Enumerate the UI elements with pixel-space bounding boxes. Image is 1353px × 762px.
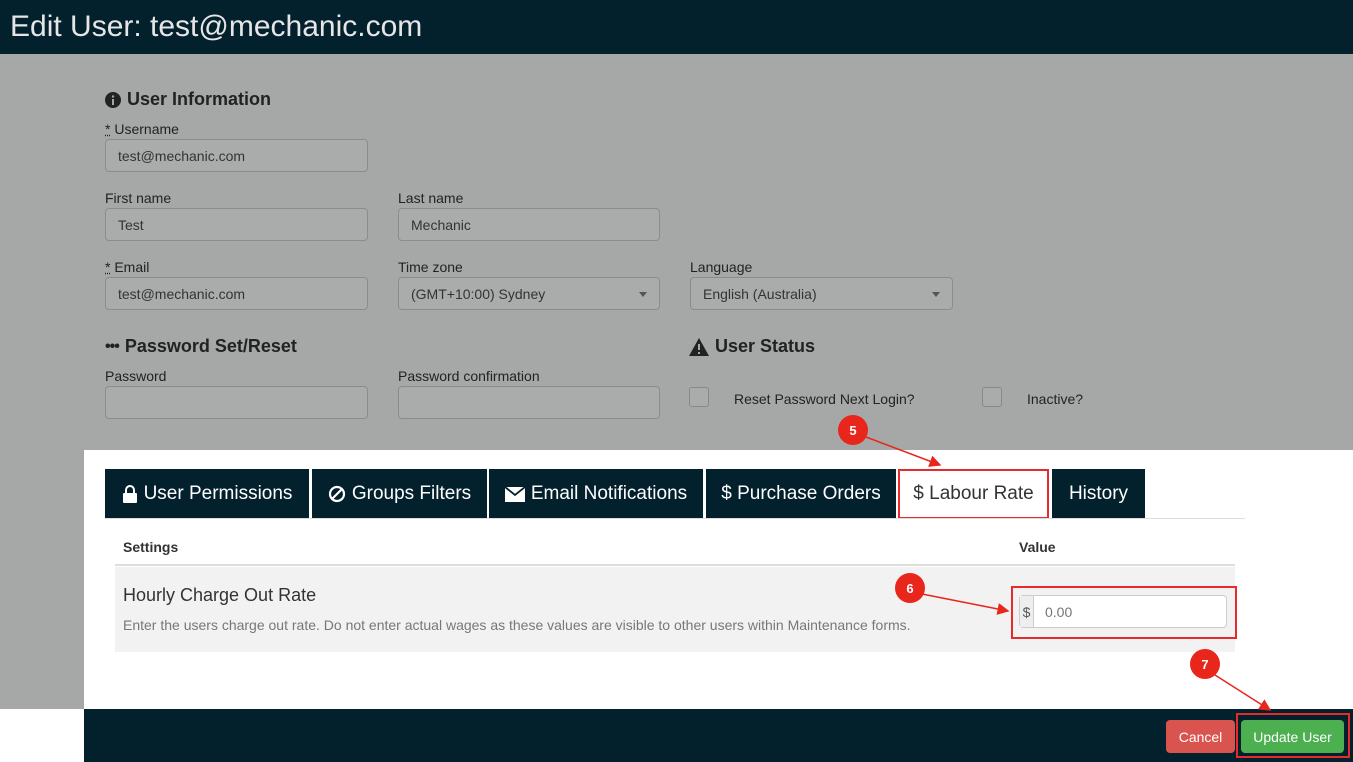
language-label: Language <box>690 259 753 275</box>
timezone-value: (GMT+10:00) Sydney <box>411 286 546 302</box>
info-icon <box>105 91 121 108</box>
password-label: Password <box>105 368 167 384</box>
annotation-marker-6: 6 <box>895 573 925 603</box>
envelope-icon <box>504 486 525 502</box>
user-info-title-text: User Information <box>127 89 272 109</box>
settings-table-header: Settings Value <box>115 530 1235 566</box>
last-name-field[interactable]: Mechanic <box>398 208 660 241</box>
annotation-marker-5: 5 <box>838 415 868 445</box>
required-mark: * <box>105 259 111 275</box>
timezone-label: Time zone <box>398 259 463 275</box>
rate-highlight-box <box>1011 586 1237 639</box>
tab-label: User Permissions <box>143 483 293 504</box>
first-name-label: First name <box>105 190 172 206</box>
email-field[interactable]: test@mechanic.com <box>105 277 368 310</box>
reset-password-label: Reset Password Next Login? <box>734 391 915 407</box>
cancel-button[interactable]: Cancel <box>1166 720 1235 753</box>
tab-user-permissions[interactable]: User Permissions <box>105 469 309 519</box>
page-title: Edit User: test@mechanic.com <box>10 10 423 43</box>
tab-email-notifications[interactable]: Email Notifications <box>489 469 703 519</box>
row-title: Hourly Charge Out Rate <box>123 585 317 605</box>
password-confirm-field[interactable] <box>398 386 660 419</box>
email-label: * Email <box>105 259 149 275</box>
tab-purchase-orders[interactable]: $ Purchase Orders <box>706 469 896 519</box>
tab-labour-rate[interactable]: $ Labour Rate <box>898 469 1049 519</box>
lock-icon <box>122 485 137 503</box>
tab-history[interactable]: History <box>1052 469 1145 519</box>
tab-groups-filters[interactable]: Groups Filters <box>312 469 487 519</box>
warning-icon <box>689 337 709 356</box>
tab-label: Groups Filters <box>351 483 472 504</box>
language-value: English (Australia) <box>703 286 817 302</box>
annotation-marker-7: 7 <box>1190 649 1220 679</box>
inactive-checkbox[interactable] <box>982 387 1002 407</box>
tab-label: $ Purchase Orders <box>721 483 881 504</box>
reset-password-checkbox[interactable] <box>689 387 709 407</box>
user-status-title: User Status <box>689 336 815 357</box>
language-select[interactable]: English (Australia) <box>690 277 953 310</box>
password-title-text: Password Set/Reset <box>124 336 297 356</box>
password-confirm-label: Password confirmation <box>398 368 540 384</box>
update-highlight-box <box>1236 713 1350 758</box>
ban-icon <box>328 485 345 503</box>
tab-label: Email Notifications <box>530 483 688 504</box>
left-overlay-strip <box>0 450 84 709</box>
last-name-label: Last name <box>398 190 464 206</box>
tab-label: History <box>1068 483 1129 504</box>
email-label-text: Email <box>114 259 150 275</box>
tab-label: $ Labour Rate <box>913 483 1034 504</box>
col-settings: Settings <box>123 539 179 555</box>
inactive-label: Inactive? <box>1027 391 1084 407</box>
username-field[interactable]: test@mechanic.com <box>105 139 368 172</box>
page-header: Edit User: test@mechanic.com <box>0 0 1353 54</box>
tab-divider <box>105 518 1245 519</box>
chevron-down-icon <box>639 292 647 297</box>
password-title: ••• Password Set/Reset <box>105 336 297 357</box>
chevron-down-icon <box>932 292 940 297</box>
username-label: * Username <box>105 121 179 137</box>
user-info-title: User Information <box>105 89 271 110</box>
first-name-field[interactable]: Test <box>105 208 368 241</box>
user-status-title-text: User Status <box>715 336 816 356</box>
username-label-text: Username <box>114 121 179 137</box>
ellipsis-icon: ••• <box>105 337 120 355</box>
row-description: Enter the users charge out rate. Do not … <box>123 617 911 633</box>
password-field[interactable] <box>105 386 368 419</box>
footer-bar <box>84 709 1353 762</box>
timezone-select[interactable]: (GMT+10:00) Sydney <box>398 277 660 310</box>
col-value: Value <box>1019 539 1056 555</box>
required-mark: * <box>105 121 111 137</box>
